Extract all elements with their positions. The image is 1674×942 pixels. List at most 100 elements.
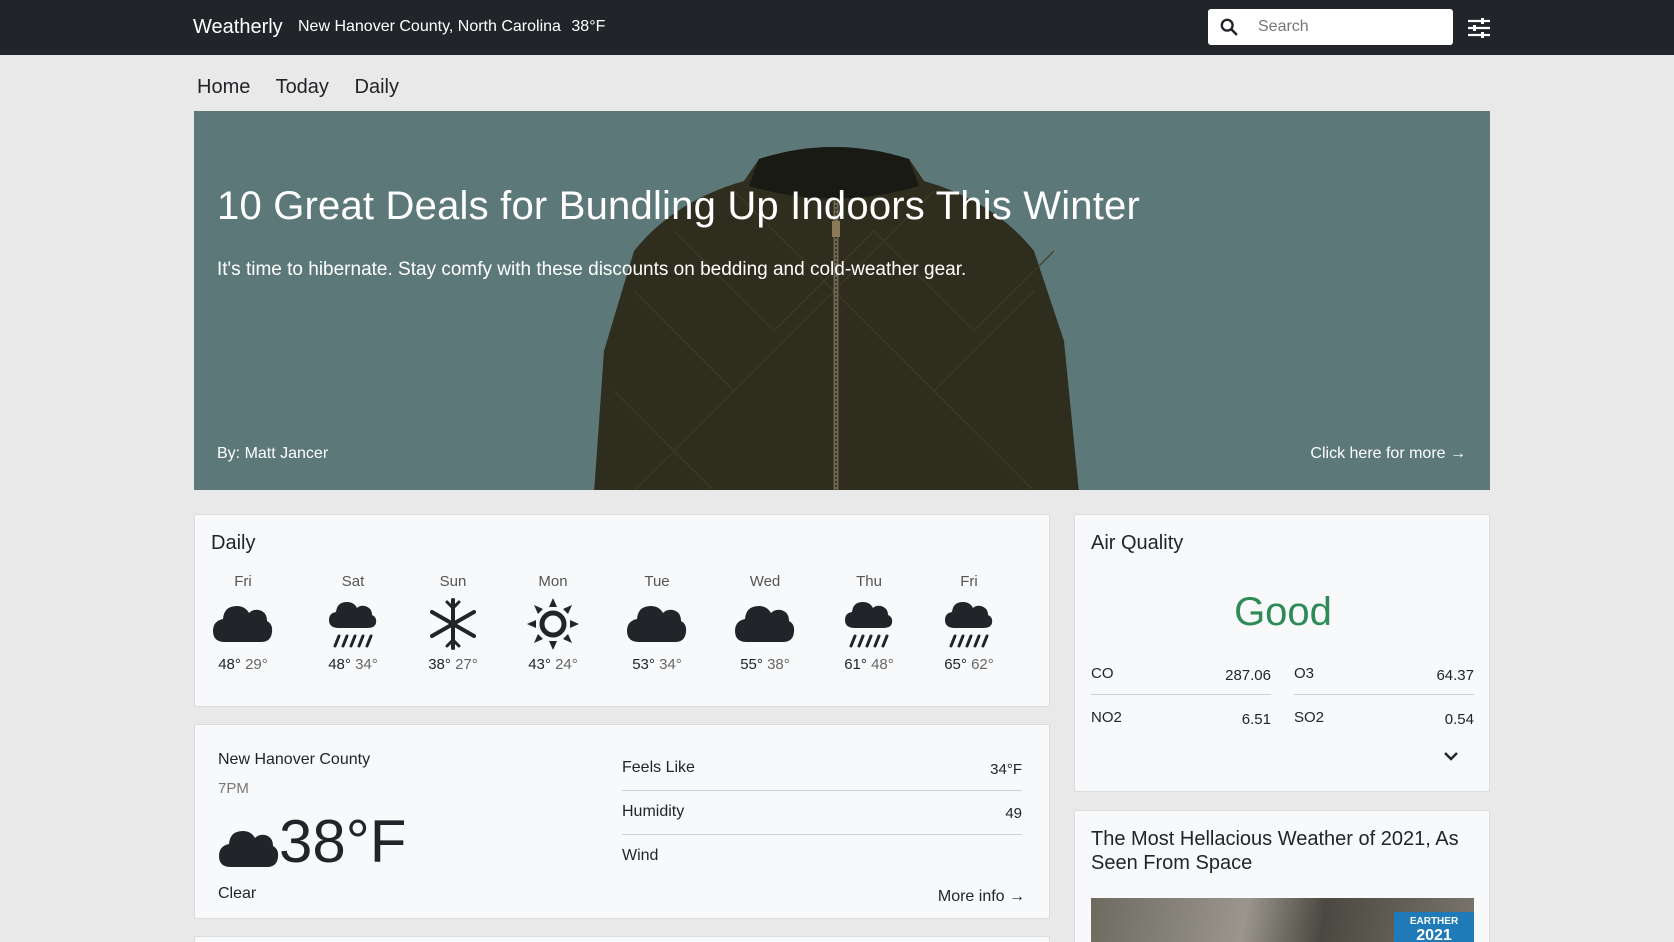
- hero-author: By: Matt Jancer: [217, 445, 329, 462]
- hero-title[interactable]: 10 Great Deals for Bundling Up Indoors T…: [217, 184, 1140, 229]
- day-low: 27°: [455, 656, 478, 673]
- day-name: Sun: [439, 573, 467, 590]
- day-high: 38°: [428, 656, 451, 673]
- more-info-link[interactable]: More info →: [938, 888, 1025, 906]
- daily-day[interactable]: Tue 53° 34°: [617, 573, 697, 673]
- day-name: Fri: [960, 573, 978, 590]
- current-conditions-card: New Hanover County 7PM 38°F Clear Feels …: [194, 724, 1050, 919]
- pollutant-name: NO2: [1091, 709, 1122, 726]
- news-image[interactable]: EARTHER 2021: [1091, 898, 1474, 942]
- daily-day[interactable]: Sun 38° 27°: [413, 573, 493, 673]
- hero-banner[interactable]: 10 Great Deals for Bundling Up Indoors T…: [194, 111, 1490, 490]
- cloud-icon: [213, 606, 273, 642]
- day-name: Fri: [234, 573, 252, 590]
- cloud-icon: [735, 606, 795, 642]
- hero-subtitle: It's time to hibernate. Stay comfy with …: [217, 259, 967, 280]
- snowflake-icon: [430, 598, 476, 650]
- metric-value: 34°F: [990, 761, 1022, 778]
- daily-day[interactable]: Wed 55° 38°: [725, 573, 805, 673]
- current-temp: 38°F: [279, 808, 407, 875]
- day-high: 61°: [844, 656, 867, 673]
- current-location: New Hanover County: [218, 751, 371, 768]
- current-time: 7PM: [218, 780, 249, 797]
- day-temps: 65° 62°: [929, 656, 1009, 673]
- main-nav: Home Today Daily: [197, 76, 419, 99]
- aq-row-co: CO 287.06: [1091, 653, 1271, 695]
- pollutant-value: 64.37: [1436, 667, 1474, 684]
- cloud-icon: [219, 831, 279, 867]
- current-condition: Clear: [218, 885, 257, 902]
- air-quality-card: Air Quality Good CO 287.06 O3 64.37 NO2 …: [1074, 514, 1490, 792]
- air-quality-status: Good: [1234, 590, 1332, 634]
- rain-icon: [945, 602, 993, 648]
- day-low: 38°: [767, 656, 790, 673]
- header-location: New Hanover County, North Carolina 38°F: [298, 18, 605, 36]
- aq-row-o3: O3 64.37: [1294, 653, 1474, 695]
- daily-title: Daily: [211, 532, 256, 554]
- aq-row-so2: SO2 0.54: [1294, 697, 1474, 739]
- daily-day[interactable]: Fri 48° 29°: [203, 573, 283, 673]
- metric-feels-like: Feels Like 34°F: [622, 747, 1022, 791]
- news-badge-line2: 2021: [1416, 927, 1452, 942]
- day-high: 48°: [328, 656, 351, 673]
- chevron-down-icon[interactable]: [1442, 749, 1460, 763]
- bottom-card-edge: [194, 936, 1050, 942]
- pollutant-name: SO2: [1294, 709, 1325, 726]
- day-temps: 48° 34°: [313, 656, 393, 673]
- pollutant-value: 6.51: [1241, 711, 1271, 728]
- day-low: 34°: [355, 656, 378, 673]
- search-icon[interactable]: [1220, 18, 1238, 36]
- nav-home[interactable]: Home: [197, 76, 250, 98]
- search-input[interactable]: [1258, 13, 1443, 41]
- day-temps: 61° 48°: [829, 656, 909, 673]
- news-card[interactable]: The Most Hellacious Weather of 2021, As …: [1074, 810, 1490, 942]
- day-high: 48°: [218, 656, 241, 673]
- day-high: 55°: [740, 656, 763, 673]
- sun-icon: [527, 598, 579, 650]
- day-low: 62°: [971, 656, 994, 673]
- aq-row-no2: NO2 6.51: [1091, 697, 1271, 739]
- rain-icon: [329, 602, 377, 648]
- pollutant-name: O3: [1294, 665, 1315, 682]
- hero-more-link[interactable]: Click here for more →: [1310, 445, 1466, 463]
- top-bar: Weatherly New Hanover County, North Caro…: [0, 0, 1674, 55]
- nav-daily[interactable]: Daily: [355, 76, 399, 98]
- air-quality-title: Air Quality: [1091, 532, 1184, 554]
- daily-day[interactable]: Fri 65° 62°: [929, 573, 1009, 673]
- day-low: 48°: [871, 656, 894, 673]
- pollutant-name: CO: [1091, 665, 1114, 682]
- cloud-icon: [627, 606, 687, 642]
- nav-today[interactable]: Today: [276, 76, 329, 98]
- news-badge: EARTHER 2021: [1394, 912, 1474, 942]
- daily-day[interactable]: Sat 48° 34°: [313, 573, 393, 673]
- brand-logo[interactable]: Weatherly: [193, 16, 283, 39]
- pollutant-value: 0.54: [1444, 711, 1474, 728]
- day-temps: 55° 38°: [725, 656, 805, 673]
- metric-humidity: Humidity 49: [622, 791, 1022, 835]
- pollutant-value: 287.06: [1225, 667, 1271, 684]
- day-temps: 53° 34°: [617, 656, 697, 673]
- metric-label: Feels Like: [622, 759, 695, 776]
- metric-label: Humidity: [622, 803, 685, 820]
- daily-day[interactable]: Mon 43° 24°: [513, 573, 593, 673]
- day-high: 65°: [944, 656, 967, 673]
- rain-icon: [845, 602, 893, 648]
- day-name: Tue: [644, 573, 670, 590]
- day-high: 53°: [632, 656, 655, 673]
- settings-sliders-icon[interactable]: [1467, 17, 1491, 39]
- day-low: 29°: [245, 656, 268, 673]
- news-badge-line1: EARTHER: [1409, 916, 1459, 927]
- day-name: Thu: [856, 573, 882, 590]
- daily-forecast-card: Daily Fri 48° 29° Sat 48° 34° Sun 38° 27° Mon 4…: [194, 514, 1050, 707]
- header-temp: 38°F: [571, 18, 606, 35]
- daily-day[interactable]: Thu 61° 48°: [829, 573, 909, 673]
- news-title[interactable]: The Most Hellacious Weather of 2021, As …: [1091, 827, 1471, 875]
- day-name: Wed: [749, 573, 781, 590]
- metric-value: 49: [1005, 805, 1022, 822]
- day-temps: 48° 29°: [203, 656, 283, 673]
- day-high: 43°: [528, 656, 551, 673]
- search-box: [1208, 9, 1453, 45]
- day-name: Sat: [341, 573, 365, 590]
- header-location-name: New Hanover County, North Carolina: [298, 18, 561, 35]
- day-temps: 43° 24°: [513, 656, 593, 673]
